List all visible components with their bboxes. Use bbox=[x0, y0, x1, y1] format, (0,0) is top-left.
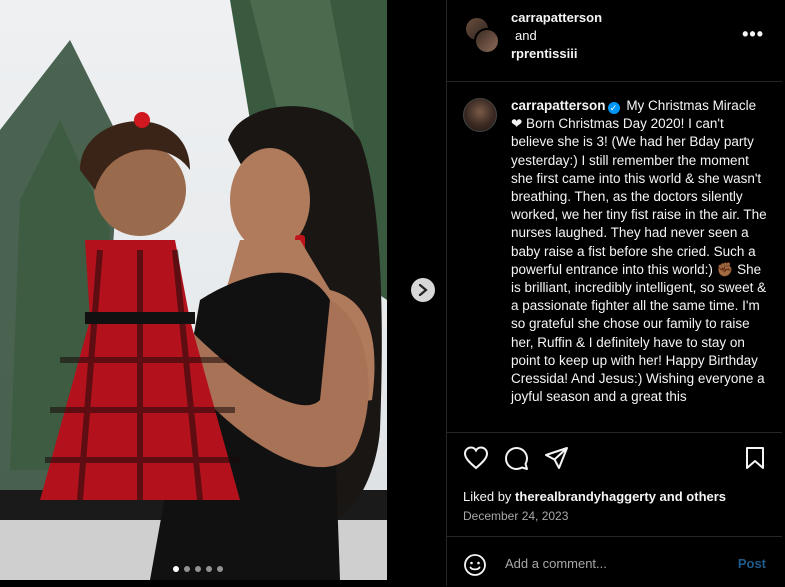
caption-body: My Christmas Miracle ❤ Born Christmas Da… bbox=[511, 98, 767, 405]
carousel-dot bbox=[173, 566, 179, 572]
post-photo[interactable] bbox=[0, 0, 387, 580]
carousel-dot bbox=[206, 566, 212, 572]
share-icon bbox=[545, 447, 568, 469]
likes-summary: Liked by therealbrandyhaggerty and other… bbox=[463, 489, 726, 504]
likes-others-link[interactable]: others bbox=[686, 489, 726, 504]
avatar[interactable] bbox=[463, 98, 497, 132]
comment-icon bbox=[505, 447, 528, 470]
comment-button[interactable] bbox=[504, 446, 529, 476]
carousel-indicators bbox=[173, 566, 223, 572]
collab-and-text: and bbox=[515, 28, 537, 43]
carousel-dot bbox=[184, 566, 190, 572]
author-username[interactable]: carrapatterson bbox=[511, 10, 602, 25]
caption-text-block: carrapatterson ✓ My Christmas Miracle ❤ B… bbox=[511, 97, 769, 406]
save-button[interactable] bbox=[745, 446, 765, 475]
bookmark-icon bbox=[746, 447, 764, 469]
verified-badge-icon: ✓ bbox=[607, 102, 620, 114]
comment-input[interactable] bbox=[503, 555, 717, 572]
carousel-next-button[interactable] bbox=[411, 278, 435, 302]
avatar bbox=[474, 28, 500, 54]
post-sidebar: carrapatterson and rprentissiii ••• carr… bbox=[446, 0, 782, 586]
share-button[interactable] bbox=[544, 446, 569, 476]
emoji-icon bbox=[464, 554, 486, 576]
post-date[interactable]: December 24, 2023 bbox=[463, 509, 568, 523]
post-header: carrapatterson and rprentissiii ••• bbox=[447, 0, 782, 82]
more-options-button[interactable]: ••• bbox=[742, 24, 764, 45]
caption-username[interactable]: carrapatterson bbox=[511, 98, 606, 113]
likes-prefix: Liked by bbox=[463, 489, 512, 504]
collaborator-username[interactable]: rprentissiii bbox=[511, 46, 577, 61]
likes-conj: and bbox=[659, 489, 683, 504]
heart-icon bbox=[463, 446, 489, 470]
like-button[interactable] bbox=[463, 446, 489, 475]
collab-avatars[interactable] bbox=[464, 16, 500, 54]
carousel-dot bbox=[195, 566, 201, 572]
photo-illustration bbox=[0, 0, 387, 580]
liked-by-username[interactable]: therealbrandyhaggerty bbox=[515, 489, 656, 504]
post-comment-button[interactable]: Post bbox=[738, 556, 766, 571]
emoji-button[interactable] bbox=[463, 553, 487, 582]
carousel-dot bbox=[217, 566, 223, 572]
comment-bar: Post bbox=[447, 536, 782, 587]
caption-section: carrapatterson ✓ My Christmas Miracle ❤ B… bbox=[447, 82, 782, 433]
chevron-right-icon bbox=[418, 284, 428, 296]
action-bar bbox=[447, 446, 782, 474]
